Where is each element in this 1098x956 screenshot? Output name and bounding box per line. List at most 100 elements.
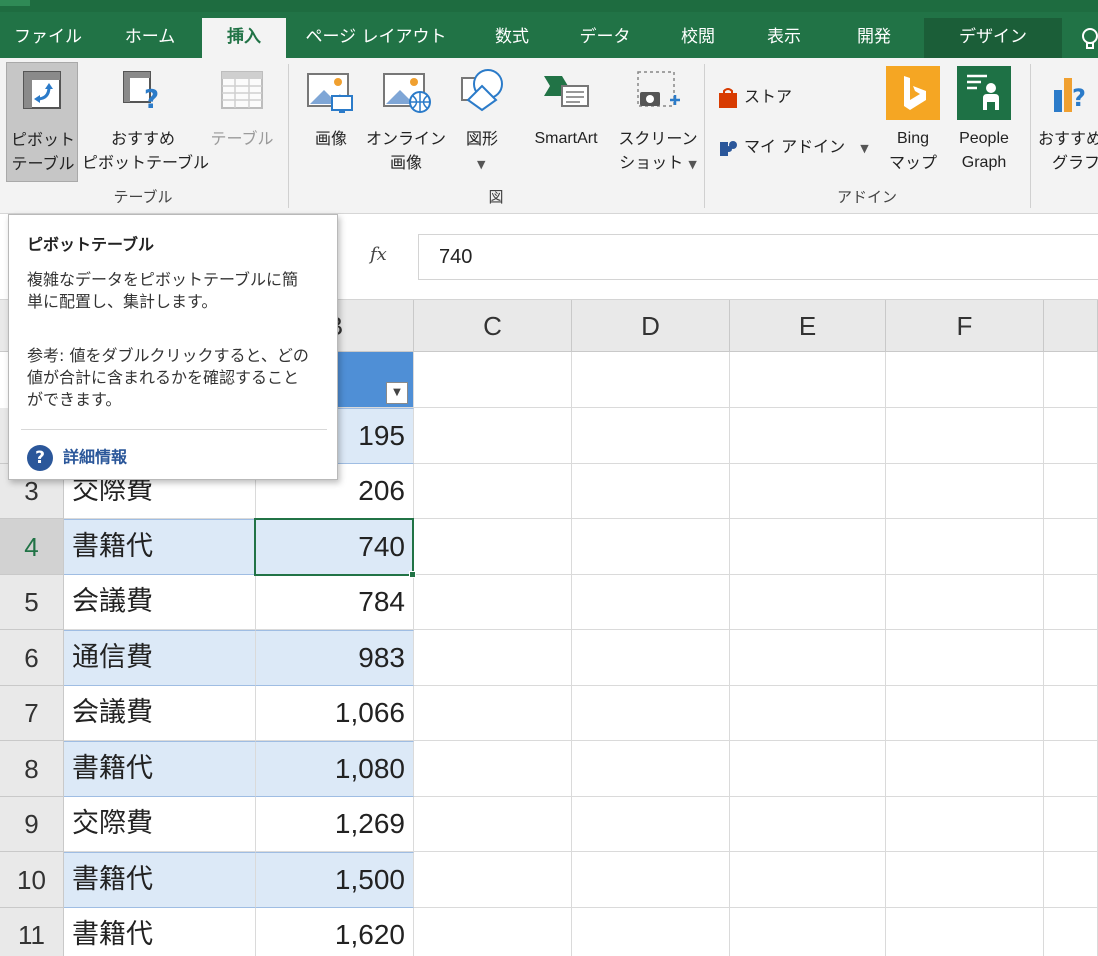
cell-empty[interactable] [886, 519, 1044, 575]
cell-empty[interactable] [886, 630, 1044, 686]
cell-amount[interactable]: 1,500 [256, 852, 414, 908]
cell-empty[interactable] [730, 797, 886, 852]
cell-empty[interactable] [1044, 741, 1098, 797]
column-header-d[interactable]: D [572, 300, 730, 352]
recommended-pivot-button[interactable]: ? おすすめ ピボットテーブル [82, 62, 209, 182]
cell-empty[interactable] [730, 908, 886, 956]
cell-empty[interactable] [730, 408, 886, 464]
cell-amount[interactable]: 1,066 [256, 686, 414, 741]
column-header-c[interactable]: C [414, 300, 572, 352]
cell-empty[interactable] [572, 352, 730, 408]
cell-empty[interactable] [730, 464, 886, 519]
cell-expense-category[interactable]: 交際費 [64, 797, 256, 852]
row-header[interactable]: 7 [0, 686, 64, 741]
fill-handle[interactable] [409, 571, 416, 578]
cell-empty[interactable] [572, 519, 730, 575]
cell-amount[interactable]: 1,269 [256, 797, 414, 852]
cell-empty[interactable] [414, 408, 572, 464]
tab-page-layout[interactable]: ページ レイアウト [300, 18, 452, 58]
cell-empty[interactable] [572, 797, 730, 852]
cell-expense-category[interactable]: 会議費 [64, 575, 256, 630]
cell-expense-category[interactable]: 書籍代 [64, 741, 256, 797]
cell-empty[interactable] [414, 797, 572, 852]
tab-file[interactable]: ファイル [12, 18, 84, 58]
cell-empty[interactable] [1044, 630, 1098, 686]
cell-empty[interactable] [414, 352, 572, 408]
cell-empty[interactable] [886, 908, 1044, 956]
cell-empty[interactable] [1044, 464, 1098, 519]
cell-expense-category[interactable]: 書籍代 [64, 519, 256, 575]
picture-button[interactable]: 画像 [296, 62, 366, 182]
bing-maps-button[interactable]: Bing マップ [880, 62, 946, 182]
cell-empty[interactable] [572, 408, 730, 464]
cell-empty[interactable] [414, 519, 572, 575]
cell-empty[interactable] [730, 575, 886, 630]
formula-input[interactable]: 740 [418, 234, 1098, 280]
tab-insert[interactable]: 挿入 [202, 18, 286, 58]
cell-expense-category[interactable]: 会議費 [64, 686, 256, 741]
lightbulb-icon[interactable] [1078, 26, 1098, 52]
insert-function-icon[interactable]: fx [370, 244, 387, 265]
cell-empty[interactable] [1044, 797, 1098, 852]
cell-empty[interactable] [886, 852, 1044, 908]
column-header-e[interactable]: E [730, 300, 886, 352]
row-header[interactable]: 9 [0, 797, 64, 852]
tab-view[interactable]: 表示 [754, 18, 814, 58]
cell-expense-category[interactable]: 書籍代 [64, 908, 256, 956]
screenshot-button[interactable]: スクリーン ショット ▼ [618, 62, 698, 182]
tab-developer[interactable]: 開発 [844, 18, 904, 58]
cell-empty[interactable] [1044, 519, 1098, 575]
row-header[interactable]: 11 [0, 908, 64, 956]
tab-design[interactable]: デザイン [924, 18, 1062, 58]
cell-empty[interactable] [886, 464, 1044, 519]
pivot-table-button[interactable]: ピボット テーブル [6, 62, 78, 182]
filter-dropdown-icon[interactable]: ▼ [386, 382, 408, 404]
tab-home[interactable]: ホーム [110, 18, 190, 58]
cell-empty[interactable] [886, 575, 1044, 630]
cell-empty[interactable] [1044, 352, 1098, 408]
my-addins-button[interactable]: マイ アドイン ▼ [716, 134, 869, 160]
recommended-charts-button[interactable]: ? おすすめ グラフ [1034, 62, 1098, 182]
cell-empty[interactable] [414, 464, 572, 519]
column-header-f[interactable]: F [886, 300, 1044, 352]
quick-access-toolbar[interactable] [0, 0, 30, 6]
store-button[interactable]: ストア [716, 84, 792, 110]
cell-empty[interactable] [414, 741, 572, 797]
row-header[interactable]: 4 [0, 519, 64, 575]
online-picture-button[interactable]: オンライン 画像 [366, 62, 446, 182]
cell-empty[interactable] [730, 741, 886, 797]
table-button[interactable]: テーブル [204, 62, 280, 182]
cell-amount[interactable]: 1,080 [256, 741, 414, 797]
cell-empty[interactable] [886, 408, 1044, 464]
cell-empty[interactable] [1044, 686, 1098, 741]
tab-data[interactable]: データ [570, 18, 640, 58]
cell-empty[interactable] [414, 852, 572, 908]
cell-empty[interactable] [1044, 575, 1098, 630]
smartart-button[interactable]: SmartArt [516, 62, 616, 182]
cell-empty[interactable] [730, 352, 886, 408]
cell-empty[interactable] [886, 797, 1044, 852]
cell-empty[interactable] [886, 741, 1044, 797]
cell-empty[interactable] [414, 908, 572, 956]
cell-empty[interactable] [572, 630, 730, 686]
cell-expense-category[interactable]: 通信費 [64, 630, 256, 686]
cell-empty[interactable] [572, 852, 730, 908]
cell-empty[interactable] [414, 630, 572, 686]
row-header[interactable]: 5 [0, 575, 64, 630]
cell-empty[interactable] [730, 519, 886, 575]
tell-me-more-link[interactable]: ? 詳細情報 [27, 443, 127, 473]
cell-amount[interactable]: 1,620 [256, 908, 414, 956]
cell-empty[interactable] [572, 741, 730, 797]
cell-amount[interactable]: 784 [256, 575, 414, 630]
cell-empty[interactable] [1044, 408, 1098, 464]
tab-review[interactable]: 校閲 [668, 18, 728, 58]
row-header[interactable]: 10 [0, 852, 64, 908]
cell-empty[interactable] [572, 686, 730, 741]
cell-empty[interactable] [572, 575, 730, 630]
cell-empty[interactable] [572, 464, 730, 519]
cell-empty[interactable] [730, 630, 886, 686]
cell-empty[interactable] [886, 352, 1044, 408]
column-header-g[interactable] [1044, 300, 1098, 352]
cell-amount[interactable]: 983 [256, 630, 414, 686]
cell-empty[interactable] [730, 686, 886, 741]
